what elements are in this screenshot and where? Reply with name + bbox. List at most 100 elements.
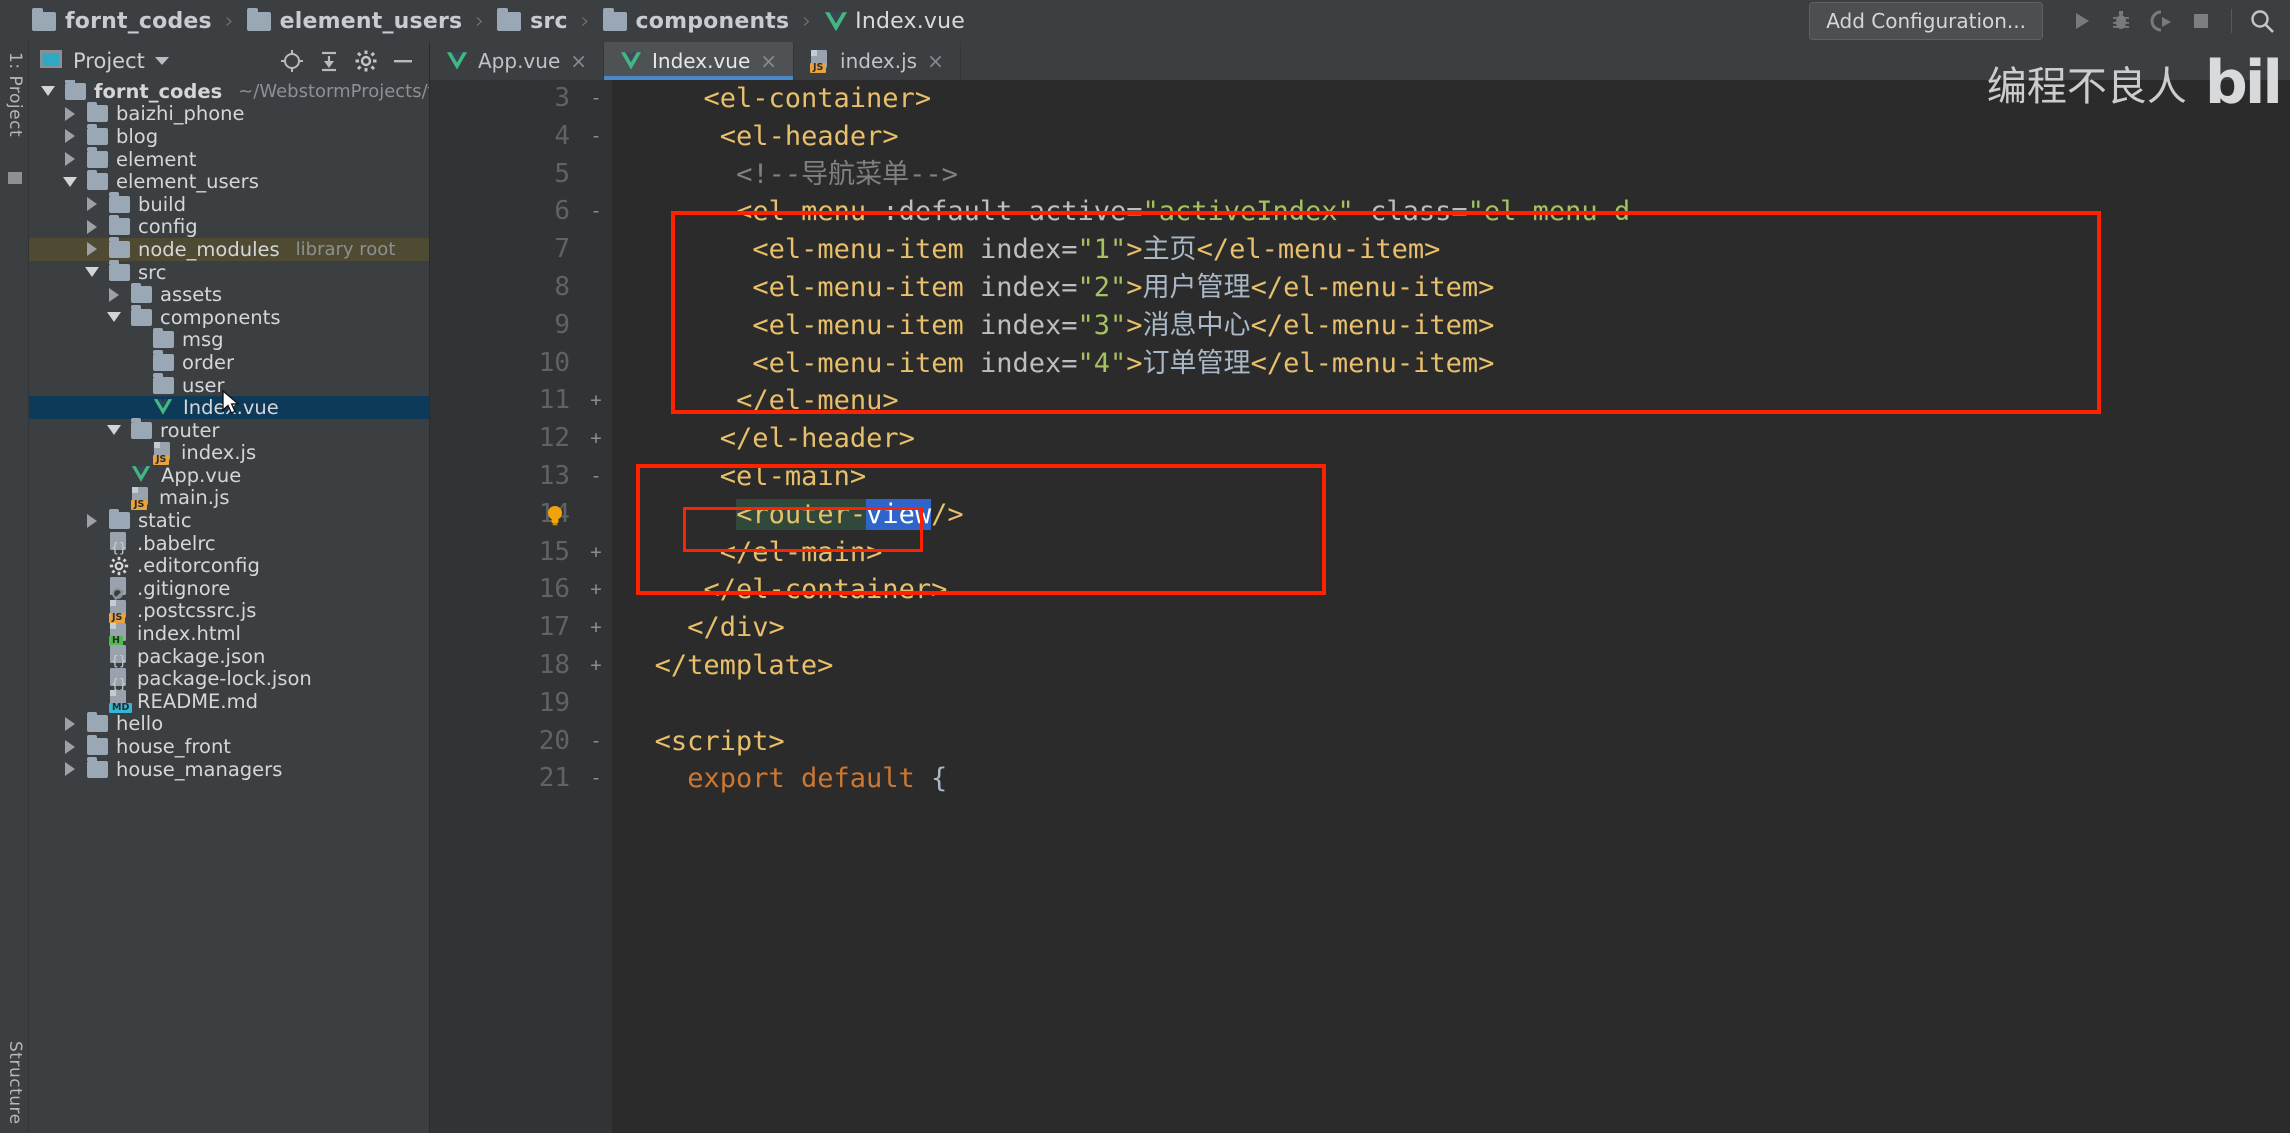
fold-marker-icon[interactable]: + [585,571,607,609]
tree-item--gitignore[interactable]: .gitignore [29,577,429,600]
tree-item-baizhi-phone[interactable]: baizhi_phone [29,101,429,125]
tree-item-element-users[interactable]: element_users [29,169,429,193]
chevron-right-icon[interactable] [61,716,79,731]
chevron-right-icon[interactable] [83,242,101,257]
chevron-right-icon[interactable] [105,287,123,302]
chevron-right-icon[interactable] [61,739,79,754]
tree-item--postcssrc-js[interactable]: JS .postcssrc.js [29,599,429,623]
fold-marker-icon[interactable]: - [585,458,607,496]
locate-icon[interactable] [280,49,304,73]
chevron-right-icon[interactable] [83,197,101,212]
code-editor[interactable]: 3- <el-container> 4- <el-header> 5 <!--导航菜单--… [430,80,2290,1133]
run-icon[interactable] [2061,0,2101,42]
code-line-21[interactable]: 21- export default { [430,760,2290,798]
sidebar-item-project[interactable]: 1: Project [5,52,25,137]
fold-marker-icon[interactable]: + [585,382,607,420]
tree-item-index-html[interactable]: Hindex.html [29,622,429,646]
breadcrumb-item-src[interactable]: src [491,7,574,34]
tree-item-fornt-codes[interactable]: fornt_codes ~/WebstormProjects/fornt_code… [29,80,429,103]
code-line-8[interactable]: 8 <el-menu-item index="2">用户管理</el-menu-i… [430,269,2290,307]
chevron-right-icon[interactable] [61,129,79,144]
tree-item-order[interactable]: order [29,350,429,374]
tab-index-vue[interactable]: Index.vue × [604,42,795,80]
code-line-7[interactable]: 7 <el-menu-item index="1">主页</el-menu-ite… [430,231,2290,269]
code-line-14[interactable]: 14<router-view/> [430,496,2290,534]
code-content[interactable]: 3- <el-container> 4- <el-header> 5 <!--导航菜单--… [430,80,2290,1133]
code-line-5[interactable]: 5 <!--导航菜单--> [430,156,2290,194]
chevron-down-icon[interactable] [154,57,169,65]
chevron-right-icon[interactable] [61,106,79,121]
tab-app-vue[interactable]: App.vue × [430,42,605,80]
tree-item-build[interactable]: build [29,192,429,216]
fold-marker-icon[interactable]: - [585,723,607,761]
add-configuration-button[interactable]: Add Configuration... [1809,2,2043,40]
code-line-19[interactable]: 19 [430,685,2290,723]
close-icon[interactable]: × [570,51,587,71]
intention-bulb-icon[interactable] [542,502,568,528]
code-line-13[interactable]: 13- <el-main> [430,458,2290,496]
breadcrumb-item-fornt-codes[interactable]: fornt_codes [26,7,218,34]
code-line-15[interactable]: 15 + </el-main> [430,534,2290,572]
tree-item-node-modules[interactable]: node_modules library root [29,237,429,261]
chevron-down-icon[interactable] [61,176,79,187]
code-line-16[interactable]: 16 + </el-container> [430,571,2290,609]
tree-item-msg[interactable]: msg [29,327,429,351]
tree-item-components[interactable]: components [29,305,429,329]
stop-icon[interactable] [2181,0,2221,42]
fold-marker-icon[interactable]: + [585,534,607,572]
code-line-11[interactable]: 11 + </el-menu> [430,382,2290,420]
debug-icon[interactable] [2101,0,2141,42]
tree-item-src[interactable]: src [29,260,429,284]
fold-marker-icon[interactable]: - [585,193,607,231]
chevron-right-icon[interactable] [83,219,101,234]
collapse-all-icon[interactable] [317,49,341,73]
tree-item-house-managers[interactable]: house_managers [29,757,429,781]
tab-index-js[interactable]: JS index.js × [794,42,961,80]
code-line-10[interactable]: 10 <el-menu-item index="4">订单管理</el-menu-… [430,345,2290,383]
run-with-coverage-icon[interactable] [2141,0,2181,42]
breadcrumb-item-element-users[interactable]: element_users [241,7,469,34]
fold-marker-icon[interactable]: + [585,647,607,685]
fold-marker-icon[interactable]: - [585,80,607,118]
chevron-down-icon[interactable] [83,267,101,278]
tree-item-house-front[interactable]: house_front [29,734,429,758]
chevron-right-icon[interactable] [61,762,79,777]
tree-item-main-js[interactable]: JS main.js [29,486,429,510]
fold-marker-icon[interactable]: + [585,420,607,458]
tree-item-package-lock-json[interactable]: {} package-lock.json [29,667,429,691]
code-line-17[interactable]: 17 + </div> [430,609,2290,647]
code-line-6[interactable]: 6- <el-menu :default-active="activeIndex"… [430,193,2290,231]
breadcrumb-item-components[interactable]: components [597,7,796,34]
tree-item-user[interactable]: user [29,373,429,397]
tree-item-blog[interactable]: blog [29,124,429,148]
project-tree[interactable]: fornt_codes ~/WebstormProjects/fornt_code… [29,80,429,1133]
chevron-down-icon[interactable] [105,425,123,436]
tree-item-element[interactable]: element [29,147,429,171]
sidebar-item-structure[interactable]: Structure [5,1041,25,1125]
close-icon[interactable]: × [760,51,777,71]
code-line-12[interactable]: 12 + </el-header> [430,420,2290,458]
chevron-down-icon[interactable] [105,312,123,323]
chevron-down-icon[interactable] [39,86,57,97]
tree-item-index-js[interactable]: JS index.js [29,441,429,465]
fold-marker-icon[interactable]: - [585,118,607,156]
tree-item--editorconfig[interactable]: .editorconfig [29,554,429,577]
chevron-right-icon[interactable] [83,513,101,528]
breadcrumb-item-index-vue[interactable]: Index.vue [818,9,971,34]
close-icon[interactable]: × [927,51,944,71]
tree-item-config[interactable]: config [29,214,429,238]
tree-item-router[interactable]: router [29,418,429,442]
tree-item-readme-md[interactable]: MD README.md [29,690,429,714]
tree-item-package-json[interactable]: {} package.json [29,645,429,668]
tree-item-hello[interactable]: hello [29,711,429,735]
code-line-4[interactable]: 4- <el-header> [430,118,2290,156]
tree-item-assets[interactable]: assets [29,282,429,306]
tree-item-app-vue[interactable]: App.vue [29,464,429,487]
code-line-18[interactable]: 18 + </template> [430,647,2290,685]
search-icon[interactable] [2242,0,2282,42]
code-line-9[interactable]: 9 <el-menu-item index="3">消息中心</el-menu-i… [430,307,2290,345]
chevron-right-icon[interactable] [61,152,79,167]
hide-panel-icon[interactable] [391,49,415,73]
tree-item--babelrc[interactable]: {} .babelrc [29,532,429,555]
fold-marker-icon[interactable]: - [585,760,607,798]
